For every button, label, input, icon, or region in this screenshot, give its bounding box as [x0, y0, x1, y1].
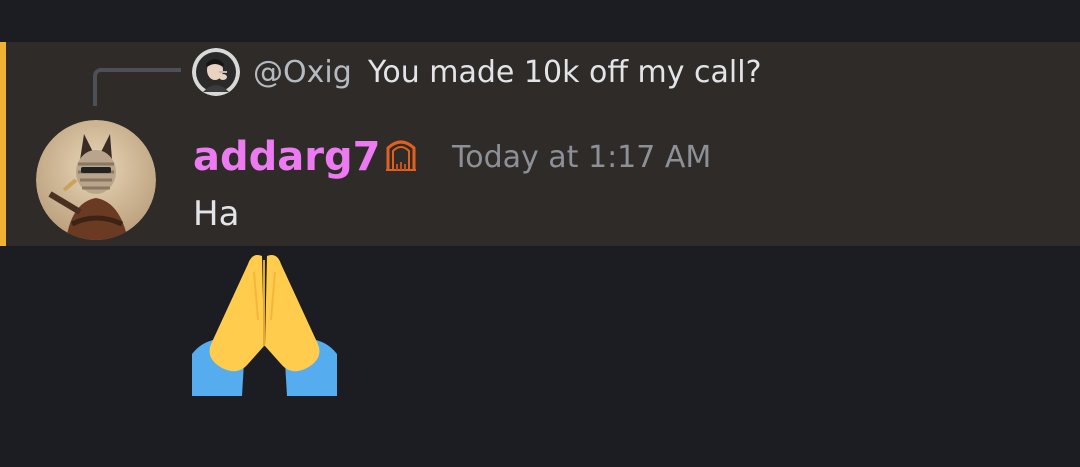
avatar[interactable]	[36, 120, 156, 240]
folded-hands-emoji	[192, 250, 337, 396]
reply-preview-text[interactable]: You made 10k off my call?	[368, 53, 762, 93]
chat-view: @Oxig You made 10k off my call? addarg7	[0, 0, 1080, 467]
reply-connector-icon	[93, 68, 181, 106]
message-content: Ha	[193, 194, 240, 234]
reply-avatar[interactable]	[192, 48, 240, 96]
mention-highlight-bar	[0, 42, 6, 246]
reply-author[interactable]: @Oxig	[253, 53, 352, 93]
timestamp[interactable]: Today at 1:17 AM	[452, 138, 711, 178]
username[interactable]: addarg7	[193, 132, 380, 182]
gate-icon[interactable]	[384, 138, 418, 172]
